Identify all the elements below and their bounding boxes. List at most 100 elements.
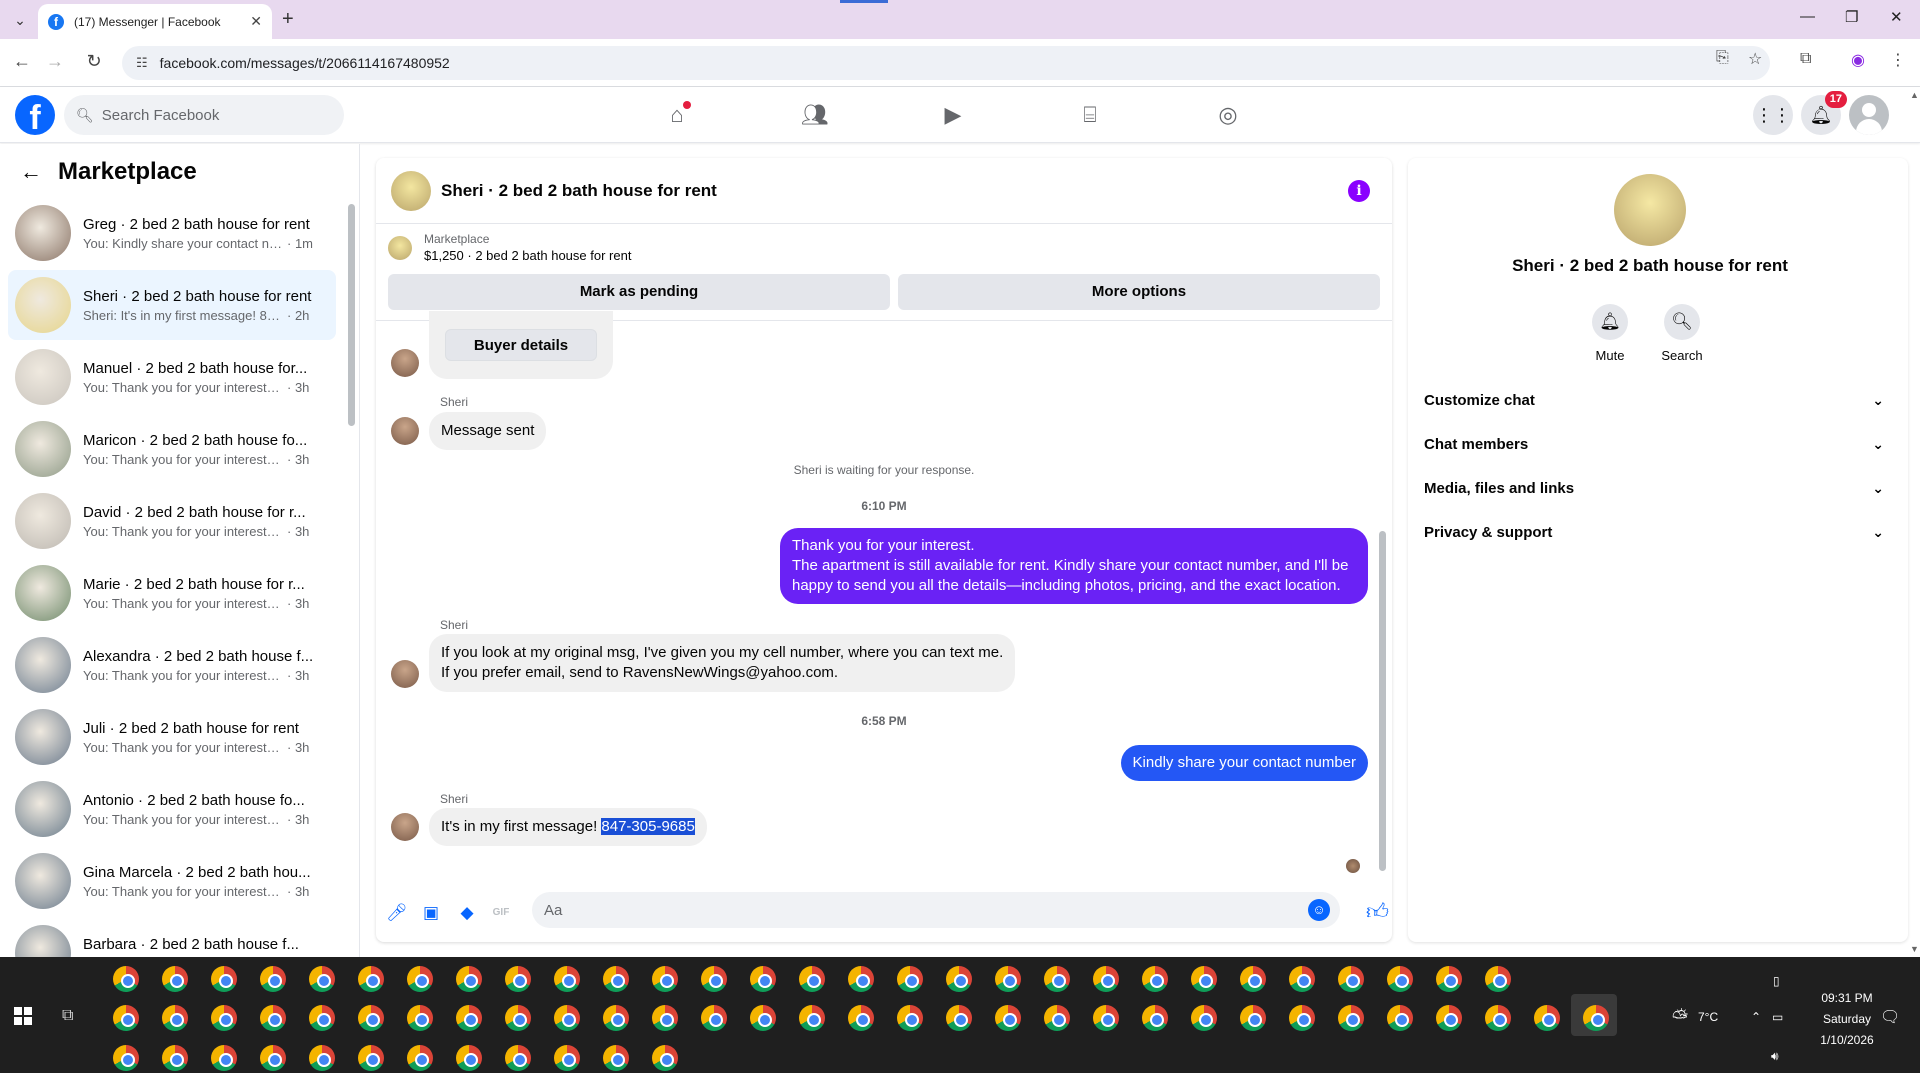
message-bubble-incoming[interactable]: Message sent: [429, 412, 547, 450]
video-icon[interactable]: ▶: [935, 97, 971, 133]
chrome-app-icon[interactable]: [1485, 1005, 1511, 1031]
chrome-app-icon[interactable]: [505, 1005, 531, 1031]
chrome-app-icon[interactable]: [162, 1045, 188, 1071]
new-tab-icon[interactable]: +: [282, 8, 294, 30]
volume-icon[interactable]: 🔊︎: [1771, 1049, 1779, 1064]
chrome-app-icon[interactable]: [211, 1005, 237, 1031]
conversation-item[interactable]: Gina Marcela · 2 bed 2 bath hou... You: T…: [8, 846, 336, 916]
chrome-app-icon[interactable]: [652, 1005, 678, 1031]
conversation-item[interactable]: Marie · 2 bed 2 bath house for r... You: …: [8, 558, 336, 628]
microphone-icon[interactable]: 🎤︎: [386, 902, 408, 924]
chrome-app-icon[interactable]: [113, 966, 139, 992]
info-icon[interactable]: i: [1348, 180, 1370, 202]
conversation-item[interactable]: Manuel · 2 bed 2 bath house for... You: T…: [8, 342, 336, 412]
address-url[interactable]: facebook.com/messages/t/2066114167480952: [160, 55, 450, 71]
chrome-app-icon[interactable]: [309, 966, 335, 992]
task-view-icon[interactable]: ⧉: [62, 1007, 73, 1025]
notification-center-icon[interactable]: 🗨︎: [1880, 1007, 1900, 1027]
page-scrollbar[interactable]: ▲ ▼: [1908, 88, 1920, 956]
back-icon[interactable]: ←: [10, 51, 34, 72]
chrome-app-icon[interactable]: [211, 966, 237, 992]
conversation-item[interactable]: Antonio · 2 bed 2 bath house fo... You: T…: [8, 774, 336, 844]
tab-close-icon[interactable]: ✕: [250, 13, 262, 30]
minimize-icon[interactable]: —: [1800, 8, 1815, 25]
chrome-app-icon[interactable]: [1142, 1005, 1168, 1031]
chrome-app-icon[interactable]: [603, 1045, 629, 1071]
clock-day[interactable]: Saturday: [1807, 1012, 1887, 1026]
chrome-app-icon[interactable]: [407, 1045, 433, 1071]
chrome-app-icon[interactable]: [995, 1005, 1021, 1031]
chrome-app-icon[interactable]: [456, 1005, 482, 1031]
chrome-app-icon[interactable]: [848, 1005, 874, 1031]
chrome-app-icon[interactable]: [1338, 1005, 1364, 1031]
chrome-app-icon[interactable]: [1387, 1005, 1413, 1031]
chrome-app-icon[interactable]: [897, 966, 923, 992]
conversation-item[interactable]: Alexandra · 2 bed 2 bath house f... You: …: [8, 630, 336, 700]
chrome-app-icon[interactable]: [1093, 1005, 1119, 1031]
chrome-app-icon[interactable]: [652, 1045, 678, 1071]
chrome-app-icon[interactable]: [848, 966, 874, 992]
browser-tab[interactable]: f (17) Messenger | Facebook ✕: [38, 4, 272, 39]
facebook-search-input[interactable]: [101, 106, 302, 124]
chrome-app-icon[interactable]: [358, 1005, 384, 1031]
chrome-app-icon[interactable]: [1583, 1005, 1609, 1031]
mute-action[interactable]: 🔔︎ Mute: [1580, 304, 1640, 363]
window-close-icon[interactable]: ✕: [1890, 8, 1903, 26]
chrome-app-icon[interactable]: [1093, 966, 1119, 992]
weather-icon[interactable]: ⛅︎: [1672, 1007, 1688, 1030]
chrome-app-icon[interactable]: [701, 1005, 727, 1031]
reload-icon[interactable]: ↻: [82, 51, 106, 72]
chrome-app-icon[interactable]: [1142, 966, 1168, 992]
chrome-app-icon[interactable]: [554, 1005, 580, 1031]
chrome-app-icon[interactable]: [456, 966, 482, 992]
address-bar[interactable]: ☷ facebook.com/messages/t/20661141674809…: [122, 46, 1770, 80]
bookmark-star-icon[interactable]: ☆: [1748, 49, 1762, 69]
chrome-app-icon[interactable]: [505, 966, 531, 992]
section-privacy-support[interactable]: Privacy & support ⌄: [1424, 514, 1884, 550]
message-thread-scrollbar[interactable]: [1379, 531, 1386, 871]
chrome-app-icon[interactable]: [603, 1005, 629, 1031]
chrome-app-icon[interactable]: [750, 1005, 776, 1031]
forward-icon[interactable]: →: [43, 51, 67, 72]
chrome-app-icon[interactable]: [554, 966, 580, 992]
friends-icon[interactable]: 👥︎: [797, 97, 833, 133]
groups-icon[interactable]: ◎: [1210, 97, 1246, 133]
chrome-app-icon[interactable]: [162, 1005, 188, 1031]
chrome-app-icon[interactable]: [1289, 966, 1315, 992]
thumbs-up-icon[interactable]: 👍︎: [1366, 898, 1389, 925]
search-icon[interactable]: 🔍︎: [1664, 304, 1700, 340]
gif-icon[interactable]: GIF: [490, 902, 512, 924]
sender-avatar[interactable]: [391, 813, 419, 841]
chrome-app-icon[interactable]: [260, 1045, 286, 1071]
scroll-up-icon[interactable]: ▲: [1910, 90, 1919, 100]
chrome-app-icon[interactable]: [799, 966, 825, 992]
chrome-app-icon[interactable]: [309, 1045, 335, 1071]
sender-avatar[interactable]: [391, 349, 419, 377]
more-options-button[interactable]: More options: [898, 274, 1380, 310]
browser-menu-icon[interactable]: ⋮: [1890, 50, 1906, 70]
tab-search-icon[interactable]: ⌄: [10, 10, 30, 30]
section-media-files-links[interactable]: Media, files and links ⌄: [1424, 470, 1884, 506]
conversation-item[interactable]: David · 2 bed 2 bath house for r... You: …: [8, 486, 336, 556]
extensions-icon[interactable]: ⧉: [1800, 50, 1811, 68]
site-info-icon[interactable]: ☷: [136, 55, 148, 71]
chrome-app-icon[interactable]: [1485, 966, 1511, 992]
sender-avatar[interactable]: [391, 417, 419, 445]
message-bubble-incoming[interactable]: It's in my first message! 847-305-9685: [429, 808, 707, 846]
chrome-app-icon[interactable]: [554, 1045, 580, 1071]
conversation-item[interactable]: Barbara · 2 bed 2 bath house f...You: Th…: [8, 918, 336, 957]
chrome-app-icon[interactable]: [1534, 1005, 1560, 1031]
tablet-mode-icon[interactable]: ▯: [1773, 974, 1780, 988]
home-icon[interactable]: ⌂: [659, 97, 695, 133]
listing-photo[interactable]: [1614, 174, 1686, 246]
chrome-app-icon[interactable]: [113, 1045, 139, 1071]
chrome-app-icon[interactable]: [1240, 966, 1266, 992]
section-chat-members[interactable]: Chat members ⌄: [1424, 426, 1884, 462]
chrome-app-icon[interactable]: [309, 1005, 335, 1031]
conversation-item[interactable]: Juli · 2 bed 2 bath house for rent You: T…: [8, 702, 336, 772]
conversation-item[interactable]: Maricon · 2 bed 2 bath house fo... You: T…: [8, 414, 336, 484]
message-bubble-incoming[interactable]: If you look at my original msg, I've giv…: [429, 634, 1016, 692]
chrome-app-icon[interactable]: [211, 1045, 237, 1071]
facebook-search[interactable]: 🔍︎: [64, 95, 344, 135]
restore-icon[interactable]: ❐: [1845, 8, 1858, 26]
